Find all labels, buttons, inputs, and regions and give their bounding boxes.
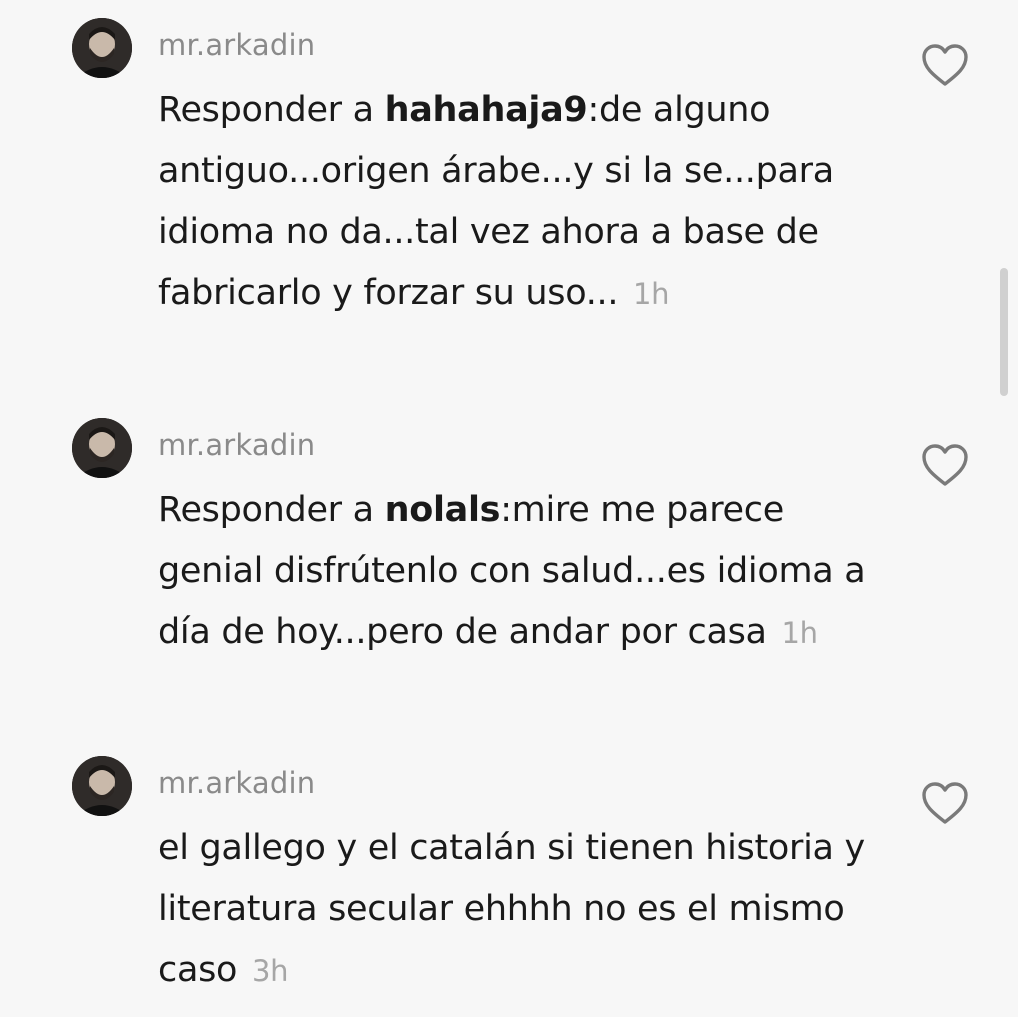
heart-outline-icon <box>922 44 968 86</box>
like-button[interactable] <box>920 442 970 488</box>
heart-outline-icon <box>922 444 968 486</box>
reply-prefix: Responder a <box>158 490 385 530</box>
reply-username[interactable]: nolals <box>385 490 501 530</box>
comment-timestamp: 1h <box>781 616 819 650</box>
like-button[interactable] <box>920 42 970 88</box>
reply-username[interactable]: hahahaja9 <box>385 90 588 130</box>
comment-timestamp: 1h <box>633 277 670 311</box>
reply-prefix: Responder a <box>158 90 385 130</box>
heart-outline-icon <box>922 782 968 824</box>
comment-text: Responder a nolals:mire me parece genial… <box>158 480 888 664</box>
comment-list: mr.arkadin Responder a hahahaja9:de algu… <box>0 0 1018 1017</box>
like-button[interactable] <box>920 780 970 826</box>
avatar[interactable] <box>72 418 132 478</box>
avatar-image <box>72 18 132 78</box>
avatar-image <box>72 756 132 816</box>
avatar[interactable] <box>72 756 132 816</box>
comment-username[interactable]: mr.arkadin <box>158 766 315 800</box>
comment-username[interactable]: mr.arkadin <box>158 28 315 62</box>
comment-timestamp: 3h <box>251 954 289 988</box>
comment-username[interactable]: mr.arkadin <box>158 428 315 462</box>
comment-text: Responder a hahahaja9:de alguno antiguo.… <box>158 80 888 325</box>
scrollbar[interactable] <box>1000 268 1008 396</box>
avatar-image <box>72 418 132 478</box>
comment-text: el gallego y el catalán si tienen histor… <box>158 818 888 1002</box>
avatar[interactable] <box>72 18 132 78</box>
